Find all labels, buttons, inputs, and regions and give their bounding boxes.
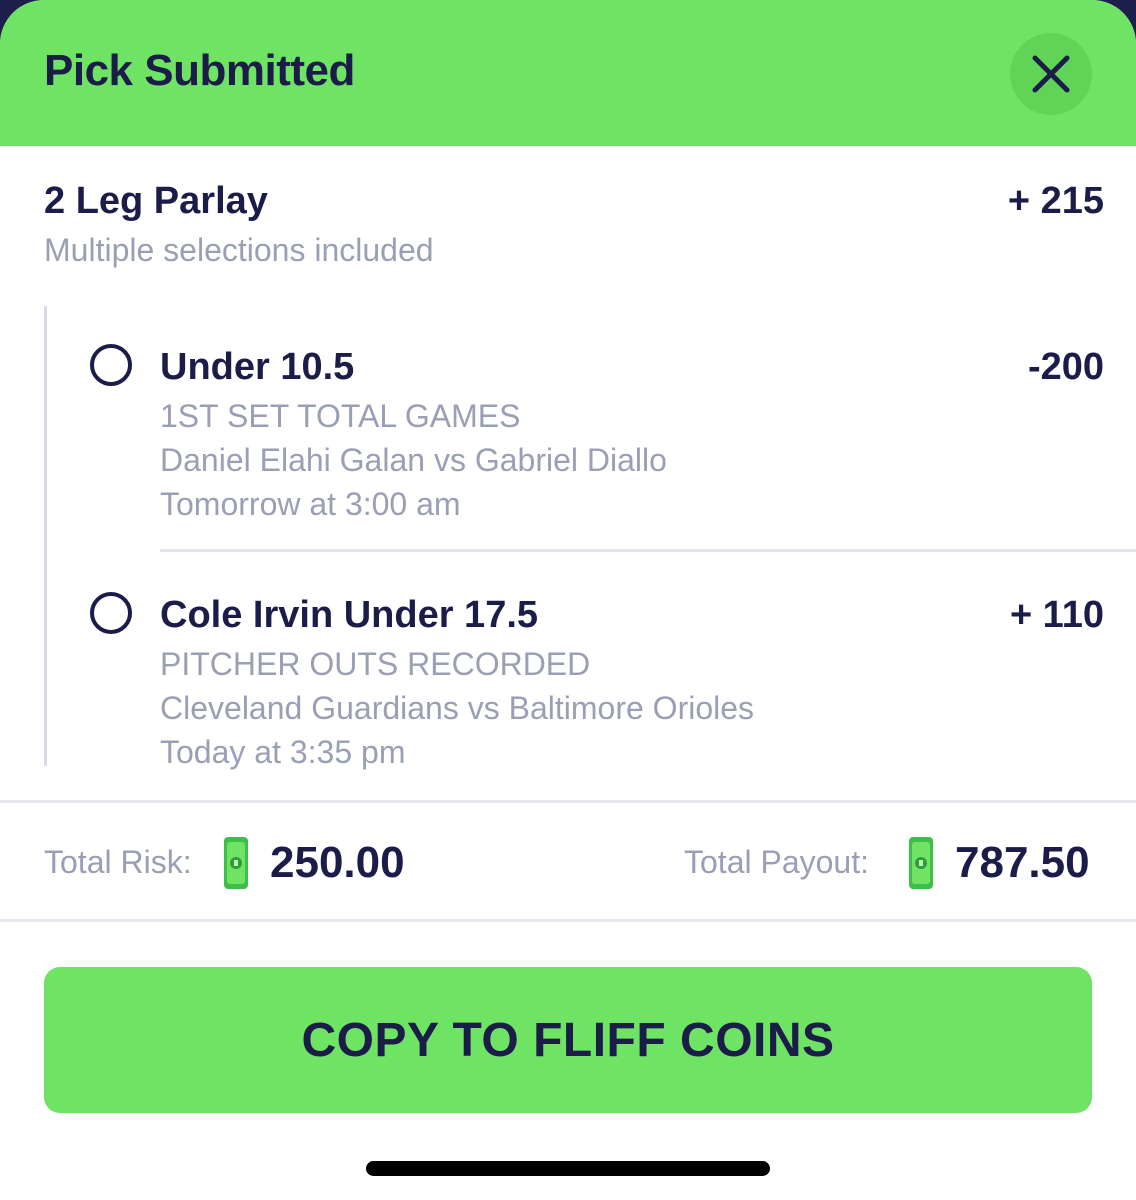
leg-market: 1ST SET TOTAL GAMES: [160, 398, 521, 434]
leg-matchup: Cleveland Guardians vs Baltimore Orioles: [160, 690, 755, 726]
parlay-title: 2 Leg Parlay: [44, 180, 268, 222]
legs-connector-line: [44, 306, 47, 766]
total-payout-value: 787.50: [955, 838, 1090, 887]
total-risk-value: 250.00: [270, 838, 405, 887]
pick-submitted-sheet: Pick Submitted 2 Leg Parlay Multiple sel…: [0, 0, 1136, 1200]
leg-divider: [160, 549, 1136, 552]
parlay-subtitle: Multiple selections included: [44, 232, 434, 268]
leg-title: Cole Irvin Under 17.5: [160, 594, 539, 636]
close-button[interactable]: [1010, 33, 1092, 115]
copy-to-fliff-coins-button[interactable]: COPY TO FLIFF COINS: [44, 967, 1092, 1113]
totals-top-divider: [0, 800, 1136, 803]
home-indicator[interactable]: [366, 1161, 770, 1176]
leg-market: PITCHER OUTS RECORDED: [160, 646, 591, 682]
cash-coin-icon: [224, 837, 248, 889]
sheet-header: Pick Submitted: [0, 0, 1136, 146]
totals-bottom-divider: [0, 919, 1136, 922]
leg-odds: -200: [1027, 346, 1104, 388]
leg-matchup: Daniel Elahi Galan vs Gabriel Diallo: [160, 442, 667, 478]
close-icon: [1032, 55, 1070, 93]
leg-status-icon: [90, 592, 132, 634]
leg-odds: + 110: [1009, 594, 1104, 636]
parlay-odds: + 215: [1007, 180, 1104, 222]
page-title: Pick Submitted: [44, 46, 355, 95]
leg-status-icon: [90, 344, 132, 386]
leg-time: Tomorrow at 3:00 am: [160, 486, 461, 522]
total-risk-label: Total Risk:: [44, 844, 192, 880]
total-payout-label: Total Payout:: [684, 844, 869, 880]
leg-title: Under 10.5: [160, 346, 355, 388]
leg-time: Today at 3:35 pm: [160, 734, 406, 770]
cash-coin-icon: [909, 837, 933, 889]
